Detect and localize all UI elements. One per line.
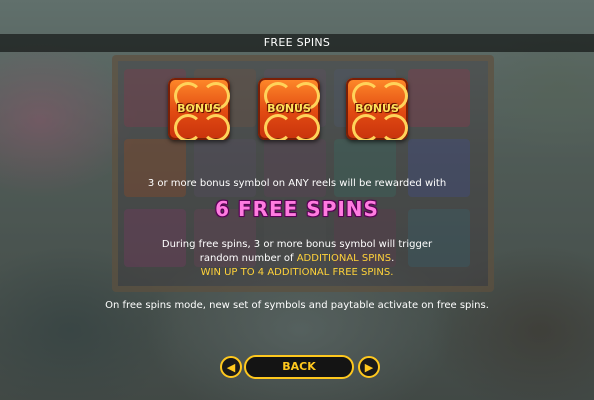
rule-line-random: random number of ADDITIONAL SPINS.	[0, 253, 594, 264]
win-up-to-line: WIN UP TO 4 ADDITIONAL FREE SPINS.	[200, 267, 394, 278]
rule-line-reward: 3 or more bonus symbol on ANY reels will…	[147, 178, 447, 189]
rule-line-free-spins-mode: On free spins mode, new set of symbols a…	[105, 300, 489, 311]
bonus-symbol-icon: BONUS	[168, 78, 230, 140]
swirl-decoration	[292, 114, 320, 140]
swirl-decoration	[202, 114, 230, 140]
rule-line-random-suffix: .	[391, 253, 395, 264]
swirl-decoration	[264, 114, 292, 140]
swirl-decoration	[174, 114, 202, 140]
rule-line-trigger: During free spins, 3 or more bonus symbo…	[161, 239, 433, 250]
bonus-symbol-row: BONUS BONUS BONUS	[0, 78, 594, 140]
left-arrow-icon[interactable]: ◀	[220, 356, 242, 378]
bonus-symbol-label: BONUS	[177, 102, 221, 115]
bonus-symbol-label: BONUS	[355, 102, 399, 115]
swirl-decoration	[380, 114, 408, 140]
free-spins-highlight: 6 FREE SPINS	[215, 197, 379, 221]
bonus-symbol-label: BONUS	[267, 102, 311, 115]
bonus-symbol-icon: BONUS	[346, 78, 408, 140]
swirl-decoration	[352, 114, 380, 140]
rule-line-random-prefix: random number of	[199, 253, 297, 264]
page-title: FREE SPINS	[0, 34, 594, 52]
additional-spins-highlight: ADDITIONAL SPINS	[296, 253, 392, 264]
back-button[interactable]: BACK	[244, 355, 354, 379]
bonus-symbol-icon: BONUS	[258, 78, 320, 140]
right-arrow-icon[interactable]: ▶	[358, 356, 380, 378]
